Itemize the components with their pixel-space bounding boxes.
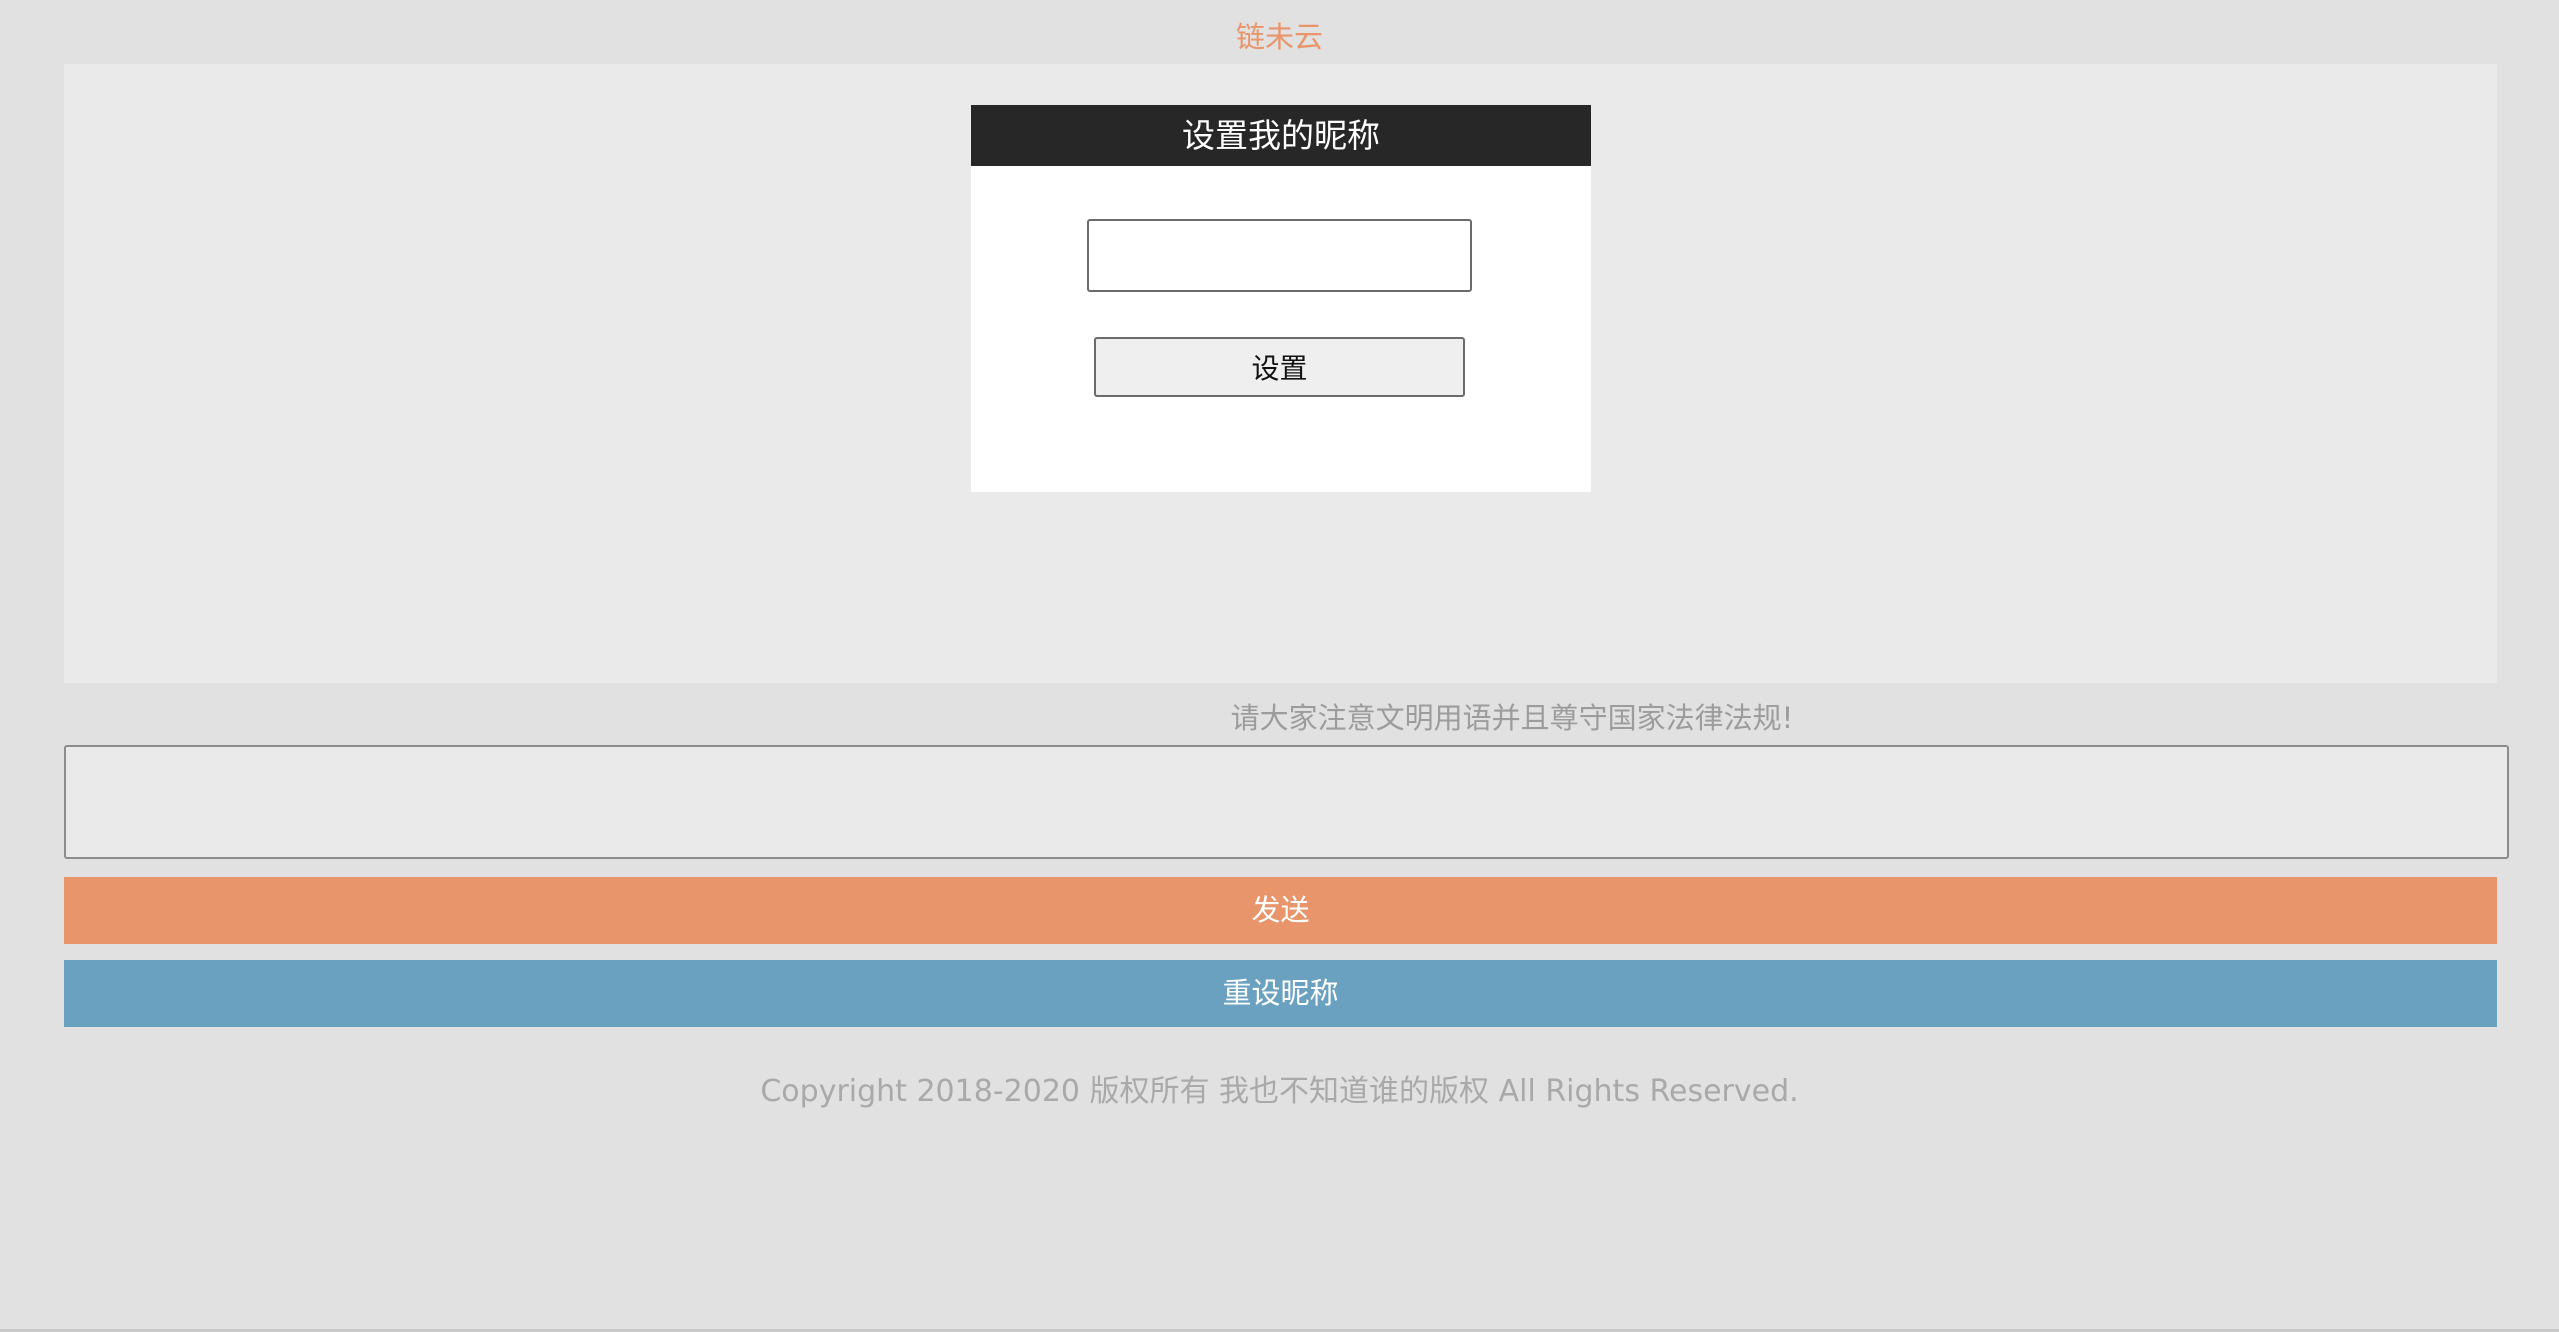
reset-nickname-button[interactable]: 重设昵称 — [64, 960, 2497, 1027]
site-brand-title: 链未云 — [1235, 20, 1323, 54]
nickname-dialog: 设置我的昵称 设置 — [971, 105, 1591, 492]
set-nickname-button[interactable]: 设置 — [1094, 337, 1465, 397]
footer-copyright: Copyright 2018-2020 版权所有 我也不知道谁的版权 All R… — [760, 1074, 1799, 1109]
civility-notice: 请大家注意文明用语并且尊守国家法律法规! — [1230, 701, 1794, 735]
chat-message-area: 设置我的昵称 设置 — [64, 64, 2497, 683]
nickname-dialog-title: 设置我的昵称 — [971, 105, 1591, 166]
message-input[interactable] — [64, 745, 2509, 859]
nickname-input[interactable] — [1087, 219, 1472, 292]
send-button[interactable]: 发送 — [64, 877, 2497, 944]
